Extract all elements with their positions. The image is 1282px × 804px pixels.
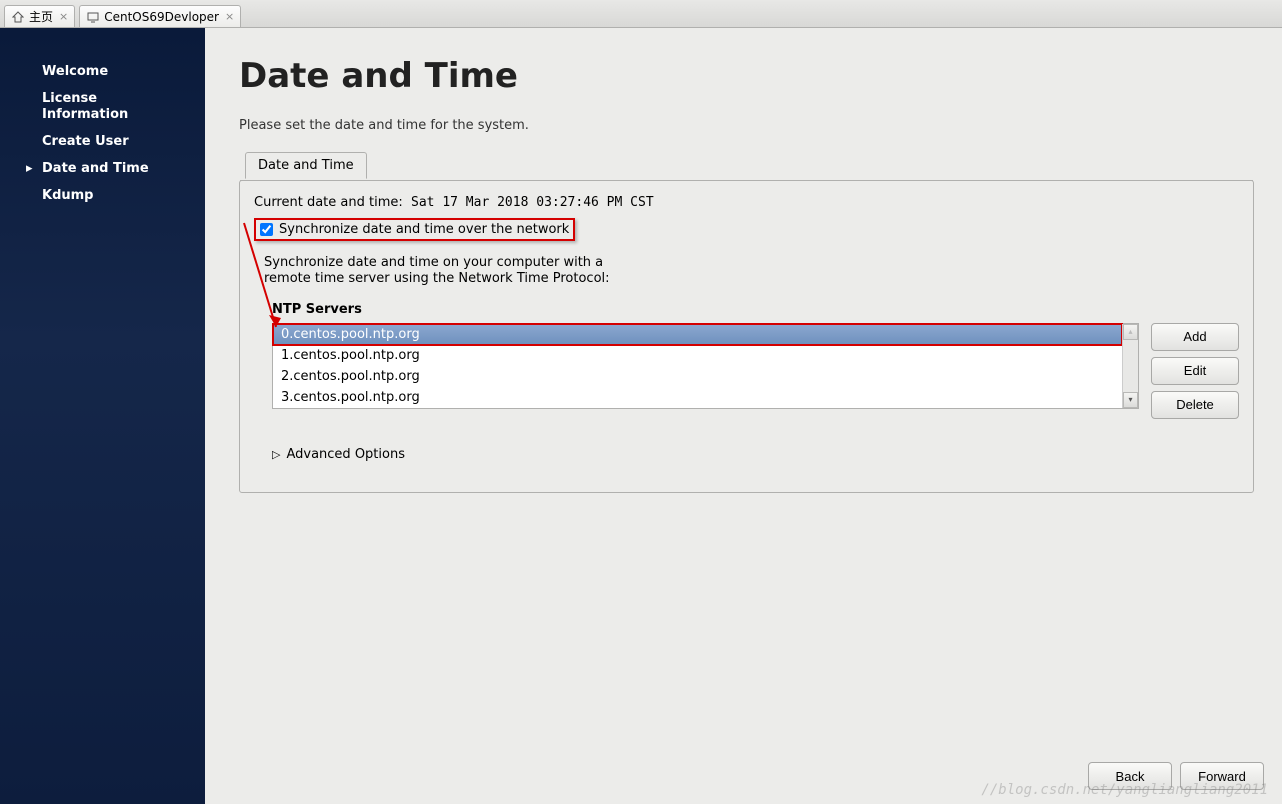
sidebar-item-create-user[interactable]: Create User [0, 128, 205, 155]
tab-label: CentOS69Devloper [104, 10, 219, 24]
wizard-footer: Back Forward [1088, 762, 1264, 790]
ntp-section: NTP Servers 0.centos.pool.ntp.org 1.cent… [254, 302, 1239, 462]
close-icon[interactable]: × [225, 10, 234, 23]
desc-line: remote time server using the Network Tim… [264, 271, 610, 286]
ntp-servers-label: NTP Servers [272, 302, 1239, 317]
app-container: Welcome LicenseInformation Create User D… [0, 28, 1282, 804]
sync-description: Synchronize date and time on your comput… [254, 255, 1239, 288]
page-title: Date and Time [239, 56, 1254, 96]
sync-label: Synchronize date and time over the netwo… [279, 222, 569, 237]
sidebar-item-label: LicenseInformation [42, 91, 128, 122]
sidebar-item-label: Kdump [42, 188, 94, 203]
add-button[interactable]: Add [1151, 323, 1239, 351]
current-datetime-row: Current date and time: Sat 17 Mar 2018 0… [254, 195, 1239, 210]
tab-label: 主页 [29, 8, 53, 25]
page-subtitle: Please set the date and time for the sys… [239, 118, 1254, 133]
triangle-right-icon: ▷ [272, 448, 280, 461]
scroll-up-icon[interactable]: ▴ [1123, 324, 1138, 340]
ntp-server-list[interactable]: 0.centos.pool.ntp.org 1.centos.pool.ntp.… [273, 324, 1122, 408]
list-item[interactable]: 2.centos.pool.ntp.org [273, 366, 1122, 387]
list-scrollbar[interactable]: ▴ ▾ [1122, 324, 1138, 408]
list-item[interactable]: 1.centos.pool.ntp.org [273, 345, 1122, 366]
monitor-icon [86, 10, 100, 24]
panel-body: Current date and time: Sat 17 Mar 2018 0… [240, 180, 1253, 492]
sidebar: Welcome LicenseInformation Create User D… [0, 28, 205, 804]
list-item[interactable]: 3.centos.pool.ntp.org [273, 387, 1122, 408]
tab-vm[interactable]: CentOS69Devloper × [79, 5, 241, 27]
datetime-panel: Current date and time: Sat 17 Mar 2018 0… [239, 180, 1254, 493]
delete-button[interactable]: Delete [1151, 391, 1239, 419]
panel-tabs: Date and Time [239, 152, 1254, 179]
sidebar-item-label: Welcome [42, 64, 108, 79]
scroll-down-icon[interactable]: ▾ [1123, 392, 1138, 408]
main-content: Date and Time Please set the date and ti… [205, 28, 1282, 804]
sidebar-item-welcome[interactable]: Welcome [0, 58, 205, 85]
tab-home[interactable]: 主页 × [4, 5, 75, 27]
sync-checkbox-row: Synchronize date and time over the netwo… [254, 218, 1239, 241]
sidebar-item-kdump[interactable]: Kdump [0, 182, 205, 209]
sidebar-item-license[interactable]: LicenseInformation [0, 85, 205, 128]
back-button[interactable]: Back [1088, 762, 1172, 790]
current-datetime-label: Current date and time: [254, 195, 403, 210]
advanced-label: Advanced Options [286, 447, 405, 462]
tab-date-time[interactable]: Date and Time [245, 152, 367, 179]
current-datetime-value: Sat 17 Mar 2018 03:27:46 PM CST [411, 195, 654, 210]
sidebar-item-label: Date and Time [42, 161, 149, 176]
ntp-button-column: Add Edit Delete [1151, 323, 1239, 419]
edit-button[interactable]: Edit [1151, 357, 1239, 385]
highlight-box-sync: Synchronize date and time over the netwo… [254, 218, 575, 241]
sidebar-item-date-time[interactable]: Date and Time [0, 155, 205, 182]
forward-button[interactable]: Forward [1180, 762, 1264, 790]
window-tabbar: 主页 × CentOS69Devloper × [0, 0, 1282, 28]
desc-line: Synchronize date and time on your comput… [264, 255, 603, 270]
close-icon[interactable]: × [59, 10, 68, 23]
scroll-track[interactable] [1123, 340, 1138, 392]
ntp-row: 0.centos.pool.ntp.org 1.centos.pool.ntp.… [272, 323, 1239, 419]
sync-checkbox[interactable] [260, 223, 273, 236]
ntp-list-container: 0.centos.pool.ntp.org 1.centos.pool.ntp.… [272, 323, 1139, 409]
sidebar-item-label: Create User [42, 134, 129, 149]
advanced-options-toggle[interactable]: ▷ Advanced Options [272, 447, 1239, 462]
home-icon [11, 10, 25, 24]
list-item[interactable]: 0.centos.pool.ntp.org [273, 324, 1122, 345]
